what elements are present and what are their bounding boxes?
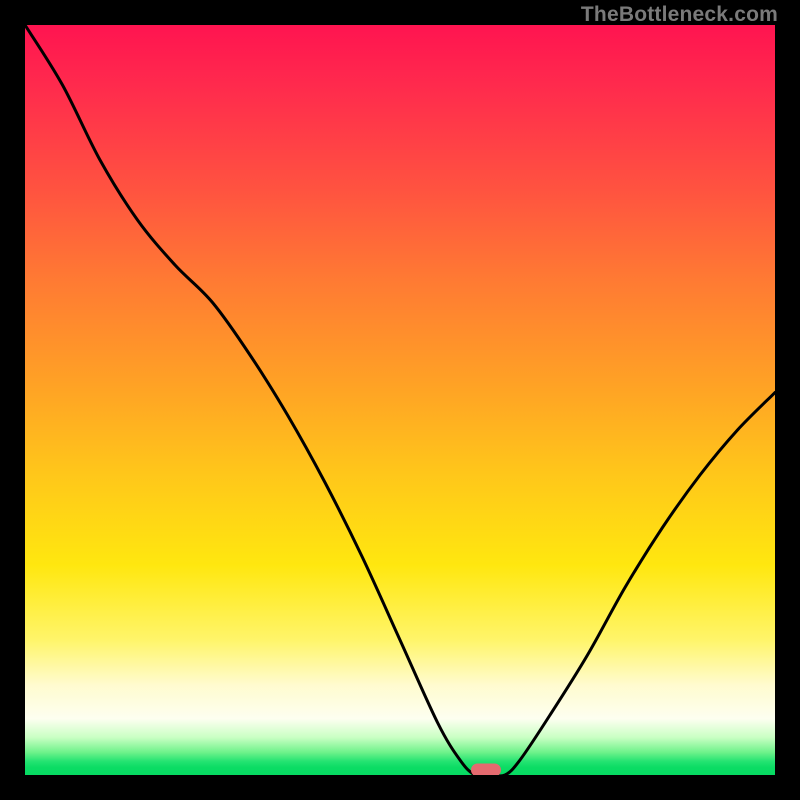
bottleneck-curve xyxy=(25,25,775,775)
bottleneck-curve-layer xyxy=(25,25,775,775)
optimal-marker xyxy=(471,763,501,775)
watermark-text: TheBottleneck.com xyxy=(581,3,778,27)
plot-area xyxy=(25,25,775,775)
chart-stage: TheBottleneck.com xyxy=(0,0,800,800)
